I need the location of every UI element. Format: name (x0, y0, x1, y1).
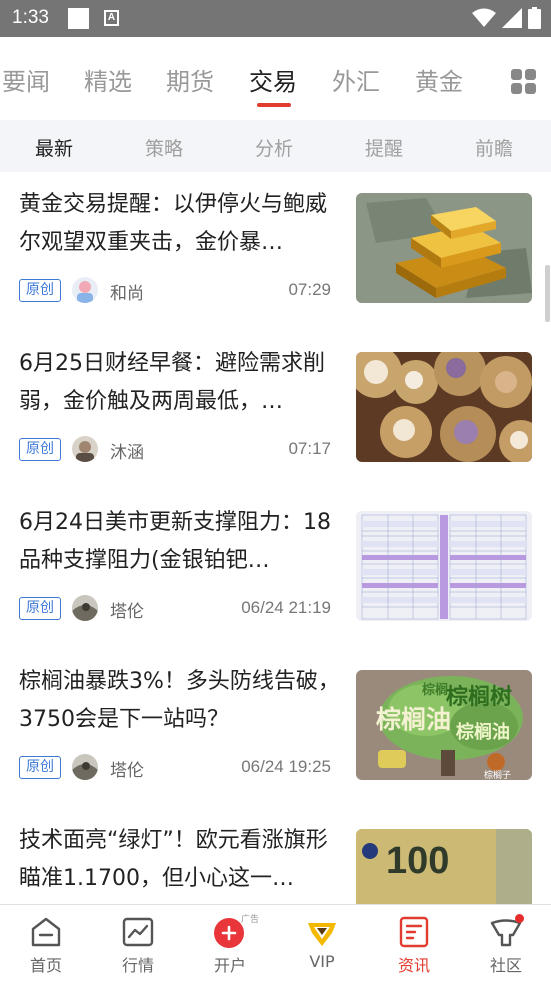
article-item[interactable]: 棕榈油暴跌3%！多头防线告破，3750会是下一站吗？ 原创 塔伦 06/24 1… (0, 649, 551, 809)
nav-vip[interactable]: VIP (276, 905, 368, 981)
article-title: 棕榈油暴跌3%！多头防线告破，3750会是下一站吗？ (19, 669, 340, 732)
news-icon (399, 916, 429, 948)
notification-a-icon: A (104, 10, 119, 26)
author-avatar (72, 754, 98, 780)
original-badge: 原创 (19, 279, 61, 302)
article-item[interactable]: 6月25日财经早餐：避险需求削弱，金价触及两周最低，… 原创 沐涵 07:17 (0, 331, 551, 491)
nav-label: VIP (309, 952, 335, 971)
thumb-word: 棕榈油 (456, 721, 510, 743)
thumb-word: 棕榈油 (376, 705, 451, 734)
main-tabs: 要闻 精选 期货 交易 外汇 黄金 (0, 37, 551, 120)
article-meta: 原创 沐涵 07:17 (19, 436, 331, 463)
original-badge: 原创 (19, 756, 61, 779)
subtab-reminder[interactable]: 提醒 (365, 134, 403, 161)
author-name: 和尚 (110, 284, 144, 304)
article-title: 技术面亮“绿灯”！欧元看涨旗形瞄准1.1700，但小心这一… (19, 828, 328, 891)
article-item[interactable]: 黄金交易提醒：以伊停火与鲍威尔观望双重夹击，金价暴… 原创 和尚 07:29 (0, 172, 551, 332)
nav-open-account[interactable]: 广告 开户 (184, 905, 276, 981)
sub-tabs: 最新 策略 分析 提醒 前瞻 (0, 120, 551, 172)
status-bar: 1:33 A (0, 0, 551, 37)
wifi-icon (472, 8, 496, 27)
author-name: 塔伦 (110, 761, 144, 781)
tab-jingxuan[interactable]: 精选 (84, 62, 132, 97)
article-time: 07:17 (288, 439, 331, 458)
nav-label: 行情 (121, 956, 154, 975)
nav-community[interactable]: 社区 (460, 905, 551, 981)
author-avatar (72, 277, 98, 303)
bottom-nav: 首页 行情 广告 开户 VIP 资讯 社区 (0, 904, 551, 981)
article-meta: 原创 塔伦 06/24 21:19 (19, 595, 331, 622)
author-avatar (72, 595, 98, 621)
home-icon (31, 917, 61, 947)
thumb-word: 棕榈 (421, 682, 448, 698)
active-tab-indicator (257, 103, 291, 107)
thumb-caption: 棕榈子 (484, 769, 511, 780)
article-thumbnail: 棕榈 棕榈树 棕榈油 棕榈油 棕榈子 (356, 670, 532, 780)
article-time: 06/24 21:19 (241, 598, 331, 617)
article-meta: 原创 和尚 07:29 (19, 277, 331, 304)
status-time: 1:33 (12, 7, 49, 28)
vip-diamond-icon (308, 923, 336, 946)
article-title: 6月24日美市更新支撑阻力：18品种支撑阻力(金银铂钯… (19, 510, 331, 573)
tab-huangjin[interactable]: 黄金 (415, 62, 463, 97)
subtab-strategy[interactable]: 策略 (145, 134, 183, 161)
nav-label: 开户 (213, 956, 246, 975)
ad-tag: 广告 (241, 915, 260, 925)
notification-square-icon (68, 8, 89, 29)
signal-icon (502, 8, 522, 28)
article-thumbnail (356, 511, 532, 621)
tab-waihui[interactable]: 外汇 (332, 62, 380, 97)
nav-news[interactable]: 资讯 (368, 905, 460, 981)
tab-yaowen[interactable]: 要闻 (2, 62, 50, 97)
nav-label: 资讯 (397, 956, 430, 975)
notification-dot (515, 914, 524, 923)
battery-icon (528, 7, 541, 29)
subtab-analysis[interactable]: 分析 (255, 134, 293, 161)
channel-grid-icon[interactable] (511, 69, 537, 95)
article-time: 07:29 (288, 280, 331, 299)
chart-icon (122, 917, 154, 947)
author-avatar (72, 436, 98, 462)
article-thumbnail (356, 193, 532, 303)
article-time: 06/24 19:25 (241, 757, 331, 776)
subtab-outlook[interactable]: 前瞻 (475, 134, 513, 161)
author-name: 塔伦 (110, 602, 144, 622)
scrollbar-thumb[interactable] (545, 265, 550, 322)
status-icons (472, 7, 541, 29)
tab-qihuo[interactable]: 期货 (166, 62, 214, 97)
subtab-latest[interactable]: 最新 (35, 134, 73, 161)
nav-home[interactable]: 首页 (0, 905, 92, 981)
nav-label: 首页 (29, 956, 62, 975)
author-name: 沐涵 (110, 443, 144, 463)
tab-jiaoyi[interactable]: 交易 (249, 62, 297, 97)
banknote-denomination: 100 (386, 840, 449, 882)
article-thumbnail (356, 352, 532, 462)
original-badge: 原创 (19, 438, 61, 461)
thumb-word: 棕榈树 (446, 684, 512, 710)
original-badge: 原创 (19, 597, 61, 620)
article-title: 黄金交易提醒：以伊停火与鲍威尔观望双重夹击，金价暴… (19, 192, 328, 255)
article-meta: 原创 塔伦 06/24 19:25 (19, 754, 331, 781)
article-title: 6月25日财经早餐：避险需求削弱，金价触及两周最低，… (19, 351, 325, 414)
article-item[interactable]: 6月24日美市更新支撑阻力：18品种支撑阻力(金银铂钯… 原创 塔伦 06/24… (0, 490, 551, 650)
nav-label: 社区 (489, 956, 522, 975)
nav-market[interactable]: 行情 (92, 905, 184, 981)
